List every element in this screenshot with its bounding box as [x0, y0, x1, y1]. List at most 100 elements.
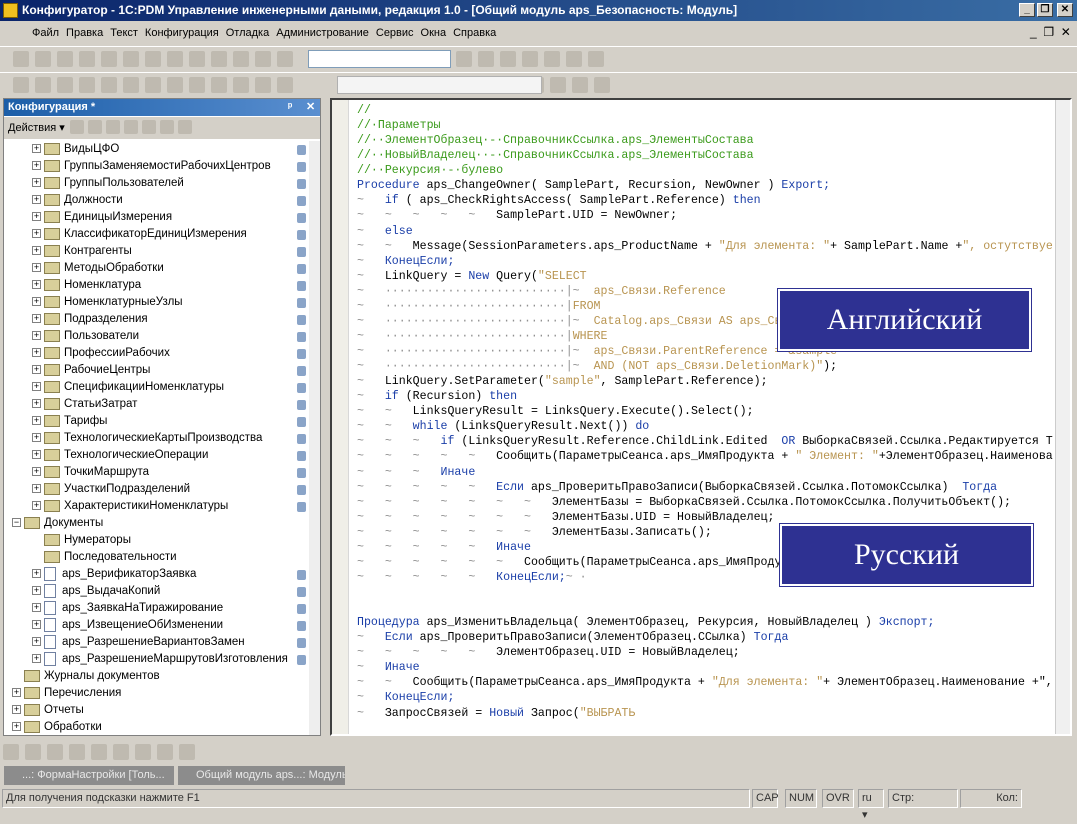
toolbar-button-icon[interactable] — [113, 744, 129, 760]
toolbar-button-icon[interactable] — [572, 77, 588, 93]
tree-node[interactable]: + ТочкиМаршрута — [32, 464, 309, 481]
tree-node[interactable]: + Перечисления — [12, 685, 309, 702]
expand-icon[interactable]: + — [32, 246, 41, 256]
expand-icon[interactable]: + — [32, 467, 41, 477]
tree-node[interactable]: + aps_ЗаявкаНаТиражирование — [32, 600, 309, 617]
tree-node[interactable]: − Документы — [12, 515, 309, 532]
tree-node[interactable]: + ЕдиницыИзмерения — [32, 209, 309, 226]
tree-node[interactable]: + ХарактеристикиНоменклатуры — [32, 498, 309, 515]
expand-icon[interactable]: + — [32, 484, 41, 494]
toolbar-button-icon[interactable] — [57, 51, 73, 67]
tree-node[interactable]: + aps_ВерификаторЗаявка — [32, 566, 309, 583]
expand-icon[interactable]: + — [32, 569, 41, 579]
menu-item[interactable]: Отладка — [226, 27, 269, 39]
expand-icon[interactable]: + — [32, 314, 41, 324]
menu-item[interactable]: Конфигурация — [145, 27, 219, 39]
toolbar-button-icon[interactable] — [145, 77, 161, 93]
tree-node[interactable]: Нумераторы — [32, 532, 309, 549]
tree-node[interactable]: + aps_РазрешениеВариантовЗамен — [32, 634, 309, 651]
tree-node[interactable]: + Подразделения — [32, 311, 309, 328]
toolbar-button-icon[interactable] — [13, 51, 29, 67]
expand-icon[interactable]: + — [32, 212, 41, 222]
expand-icon[interactable]: + — [32, 348, 41, 358]
expand-icon[interactable]: + — [32, 178, 41, 188]
pin-icon[interactable]: ᵖ — [288, 99, 292, 116]
tree-node[interactable]: + ТехнологическиеОперации — [32, 447, 309, 464]
toolbar-button-icon[interactable] — [123, 77, 139, 93]
expand-icon[interactable]: + — [32, 229, 41, 239]
toolbar-button-icon[interactable] — [588, 51, 604, 67]
expand-icon[interactable]: + — [32, 399, 41, 409]
task-form-settings[interactable]: ...: ФормаНастройки [Толь... — [4, 766, 174, 785]
toolbar-button-icon[interactable] — [157, 744, 173, 760]
tree-action-icon[interactable] — [123, 120, 138, 134]
toolbar-button-icon[interactable] — [135, 744, 151, 760]
toolbar-button-icon[interactable] — [550, 77, 566, 93]
tree-action-icon[interactable] — [105, 120, 120, 134]
expand-icon[interactable] — [32, 535, 41, 544]
menu-item[interactable]: Правка — [66, 27, 103, 39]
expand-icon[interactable]: + — [12, 688, 21, 698]
toolbar-button-icon[interactable] — [179, 744, 195, 760]
menu-item[interactable]: Файл — [32, 27, 59, 39]
tree-node[interactable]: + ТехнологическиеКартыПроизводства — [32, 430, 309, 447]
tree-action-icon[interactable] — [177, 120, 192, 134]
expand-icon[interactable]: + — [32, 280, 41, 290]
close-button[interactable]: ✕ — [1057, 3, 1073, 17]
expand-icon[interactable]: + — [32, 586, 41, 596]
tree-node[interactable]: + Отчеты — [12, 702, 309, 719]
toolbar-button-icon[interactable] — [167, 77, 183, 93]
tree-node[interactable]: Журналы документов — [12, 668, 309, 685]
tree-node[interactable]: + СпецификацииНоменклатуры — [32, 379, 309, 396]
toolbar-button-icon[interactable] — [123, 51, 139, 67]
close-panel-icon[interactable]: ✕ — [306, 99, 315, 116]
expand-icon[interactable]: + — [32, 603, 41, 613]
tree-node[interactable]: + КлассификаторЕдиницИзмерения — [32, 226, 309, 243]
expand-icon[interactable]: + — [32, 195, 41, 205]
toolbar-button-icon[interactable] — [167, 51, 183, 67]
expand-icon[interactable]: + — [32, 637, 41, 647]
tree-node[interactable]: Последовательности — [32, 549, 309, 566]
restore-button[interactable]: ❐ — [1037, 3, 1053, 17]
minimize-button[interactable]: _ — [1019, 3, 1035, 17]
menu-item[interactable]: Справка — [453, 27, 496, 39]
toolbar-button-icon[interactable] — [79, 51, 95, 67]
expand-icon[interactable]: + — [32, 416, 41, 426]
expand-icon[interactable]: + — [32, 331, 41, 341]
tree-node[interactable]: + Должности — [32, 192, 309, 209]
expand-icon[interactable]: + — [32, 144, 41, 154]
expand-icon[interactable]: + — [32, 297, 41, 307]
tree-node[interactable]: + aps_ИзвещениеОбИзменении — [32, 617, 309, 634]
expand-icon[interactable]: + — [12, 705, 21, 715]
expand-icon[interactable]: + — [32, 161, 41, 171]
toolbar-button-icon[interactable] — [233, 51, 249, 67]
expand-icon[interactable]: + — [32, 433, 41, 443]
tree-node[interactable]: + НоменклатурныеУзлы — [32, 294, 309, 311]
toolbar-button-icon[interactable] — [79, 77, 95, 93]
toolbar-button-icon[interactable] — [189, 51, 205, 67]
code-editor[interactable]: // //·Параметры//··ЭлементОбразец·-·Справ… — [330, 98, 1072, 736]
toolbar-button-icon[interactable] — [101, 77, 117, 93]
expand-icon[interactable] — [32, 552, 41, 561]
toolbar-button-icon[interactable] — [456, 51, 472, 67]
toolbar-button-icon[interactable] — [91, 744, 107, 760]
toolbar-button-icon[interactable] — [57, 77, 73, 93]
language-selector[interactable]: ru ▾ — [858, 789, 884, 821]
toolbar-button-icon[interactable] — [35, 51, 51, 67]
tree-node[interactable]: + УчасткиПодразделений — [32, 481, 309, 498]
procedure-combo[interactable] — [337, 76, 542, 94]
tree-node[interactable]: + Контрагенты — [32, 243, 309, 260]
expand-icon[interactable]: + — [32, 654, 41, 664]
toolbar-button-icon[interactable] — [566, 51, 582, 67]
task-common-module[interactable]: Общий модуль aps...: Модуль — [178, 766, 345, 785]
toolbar-button-icon[interactable] — [500, 51, 516, 67]
tree-node[interactable]: + Обработки — [12, 719, 309, 735]
toolbar-button-icon[interactable] — [3, 744, 19, 760]
toolbar-button-icon[interactable] — [35, 77, 51, 93]
expand-icon[interactable]: + — [32, 263, 41, 273]
toolbar-button-icon[interactable] — [211, 77, 227, 93]
tree-node[interactable]: + Номенклатура — [32, 277, 309, 294]
toolbar-button-icon[interactable] — [594, 77, 610, 93]
tree-action-icon[interactable] — [159, 120, 174, 134]
editor-scrollbar[interactable] — [1055, 100, 1070, 734]
